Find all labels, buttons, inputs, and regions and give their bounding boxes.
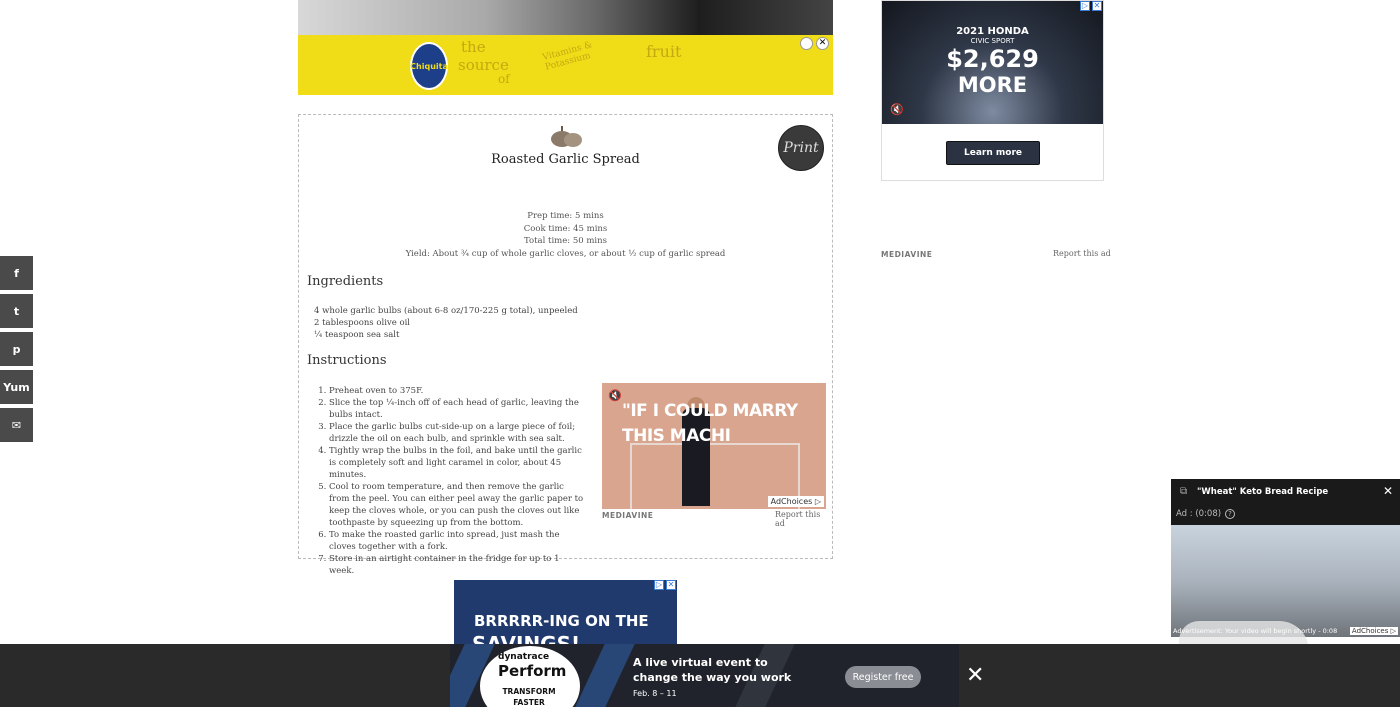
ingredients-list: 4 whole garlic bulbs (about 6-8 oz/170-2… [314, 305, 578, 341]
adchoices-icon[interactable]: ▷ [654, 580, 664, 590]
ad-headline-line: A live virtual event to [633, 656, 768, 669]
honda-display-ad[interactable]: 2021 HONDA CIVIC SPORT $2,629 MORE 🔇 Lea… [881, 0, 1104, 181]
floating-video-player[interactable]: ⧉ "Wheat" Keto Bread Recipe ✕ Ad : (0:08… [1171, 479, 1400, 657]
report-ad-link[interactable]: Report this ad [775, 510, 832, 528]
recipe-times: Prep time: 5 mins Cook time: 45 mins Tot… [299, 210, 832, 260]
pinterest-share-button[interactable]: p [0, 332, 33, 366]
ingredient-item: 4 whole garlic bulbs (about 6-8 oz/170-2… [314, 306, 578, 316]
help-icon[interactable]: ? [1225, 509, 1235, 519]
banner-close-button[interactable]: ✕ [816, 37, 829, 50]
banner-ad-text: fruit [646, 42, 682, 61]
mute-icon[interactable]: 🔇 [608, 389, 622, 402]
recipe-yield: Yield: About ¾ cup of whole garlic clove… [405, 248, 726, 259]
mediavine-logo: MEDIAVINE [602, 511, 654, 520]
banner-ad-text: of [498, 72, 510, 86]
chiquita-logo: Chiquita [410, 42, 448, 90]
inline-ad-line: THIS MACHI [622, 426, 731, 446]
ad-close-icon[interactable]: ✕ [666, 580, 676, 590]
mute-icon[interactable]: 🔇 [890, 103, 904, 116]
banner-ad-image [298, 0, 833, 35]
inline-ad-line: "IF I COULD MARRY [622, 401, 798, 421]
facebook-share-button[interactable]: f [0, 256, 33, 290]
print-button[interactable]: Print [778, 125, 824, 171]
external-link-icon[interactable]: ⧉ [1180, 486, 1187, 497]
email-share-button[interactable]: ✉ [0, 408, 33, 442]
honda-ad-trim: CIVIC SPORT [970, 37, 1015, 45]
instruction-step: Place the garlic bulbs cut-side-up on a … [329, 421, 584, 445]
ingredient-item: 2 tablespoons olive oil [314, 318, 411, 328]
ad-tagline: TRANSFORM FASTER [502, 687, 556, 707]
bottom-ad-text: SAVINGS! [472, 632, 581, 644]
instruction-step: Tightly wrap the bulbs in the foil, and … [329, 445, 584, 481]
video-close-button[interactable]: ✕ [1383, 484, 1393, 498]
ad-info-icon[interactable] [800, 37, 813, 50]
ad-close-icon[interactable]: ✕ [1092, 1, 1102, 11]
learn-more-button[interactable]: Learn more [946, 141, 1040, 165]
recipe-title: Roasted Garlic Spread [491, 152, 640, 167]
ingredient-item: ¼ teaspoon sea salt [314, 330, 400, 340]
garlic-icon [551, 126, 582, 147]
ad-headline-line: change the way you work [633, 671, 792, 684]
honda-ad-model: 2021 HONDA [956, 26, 1029, 37]
video-caption: Advertisement: Your video will begin sho… [1173, 627, 1338, 635]
twitter-share-button[interactable]: t [0, 294, 33, 328]
bottom-display-ad[interactable]: BRRRRR-ING ON THE SAVINGS! ▷ ✕ [454, 580, 677, 644]
ad-date: Feb. 8 – 11 [633, 689, 677, 698]
recipe-card: Roasted Garlic Spread Print Prep time: 5… [298, 114, 833, 576]
report-ad-link[interactable]: Report this ad [1053, 249, 1111, 258]
sticky-footer-ad-bar: dynatrace Perform TRANSFORM FASTER A liv… [0, 644, 1400, 707]
ad-product-name: Perform [498, 662, 567, 680]
honda-ad-price: $2,629 [946, 45, 1039, 73]
instruction-step: To make the roasted garlic into spread, … [329, 529, 584, 553]
total-time: Total time: 50 mins [524, 236, 607, 246]
cook-time: Cook time: 45 mins [523, 223, 608, 234]
prep-time: Prep time: 5 mins [527, 211, 604, 221]
dynatrace-logo: dynatrace [498, 652, 550, 662]
instruction-step: Store in an airtight container in the fr… [329, 553, 584, 577]
inline-ad-text: "IF I COULD MARRY THIS MACHI [622, 399, 798, 449]
banner-ad-text: the [461, 38, 486, 56]
ad-headline: A live virtual event to change the way y… [633, 655, 791, 685]
adchoices-button[interactable]: AdChoices ▷ [1349, 627, 1398, 635]
register-free-button[interactable]: Register free [845, 666, 921, 688]
ad-decor-stripe [575, 644, 635, 707]
mediavine-logo: MEDIAVINE [881, 250, 933, 259]
honda-ad-more: MORE [957, 73, 1028, 97]
instructions-list: Preheat oven to 375F. Slice the top ¼-in… [329, 385, 584, 577]
adchoices-icon[interactable]: ▷ [1080, 1, 1090, 11]
ad-countdown: Ad : (0:08) [1176, 509, 1222, 519]
bottom-ad-text: BRRRRR-ING ON THE [474, 612, 649, 630]
inline-video-ad[interactable]: "IF I COULD MARRY THIS MACHI 🔇 AdChoices… [602, 383, 826, 509]
instructions-heading: Instructions [307, 353, 387, 368]
instruction-step: Cool to room temperature, and then remov… [329, 481, 584, 529]
adchoices-button[interactable]: AdChoices ▷ [767, 496, 824, 507]
top-banner-ad[interactable]: Chiquita the source of Vitamins & Potass… [298, 0, 833, 95]
sticky-ad-close-button[interactable]: ✕ [966, 665, 984, 687]
ingredients-heading: Ingredients [307, 274, 384, 289]
yummly-share-button[interactable]: Yum [0, 370, 33, 404]
video-frame[interactable]: Advertisement: Your video will begin sho… [1171, 525, 1400, 657]
dynatrace-ad[interactable]: dynatrace Perform TRANSFORM FASTER A liv… [450, 644, 959, 707]
instruction-step: Slice the top ¼-inch off of each head of… [329, 397, 584, 421]
video-title: "Wheat" Keto Bread Recipe [1197, 487, 1329, 497]
social-share-sidebar: f t p Yum ✉ [0, 256, 33, 446]
instruction-step: Preheat oven to 375F. [329, 385, 584, 397]
